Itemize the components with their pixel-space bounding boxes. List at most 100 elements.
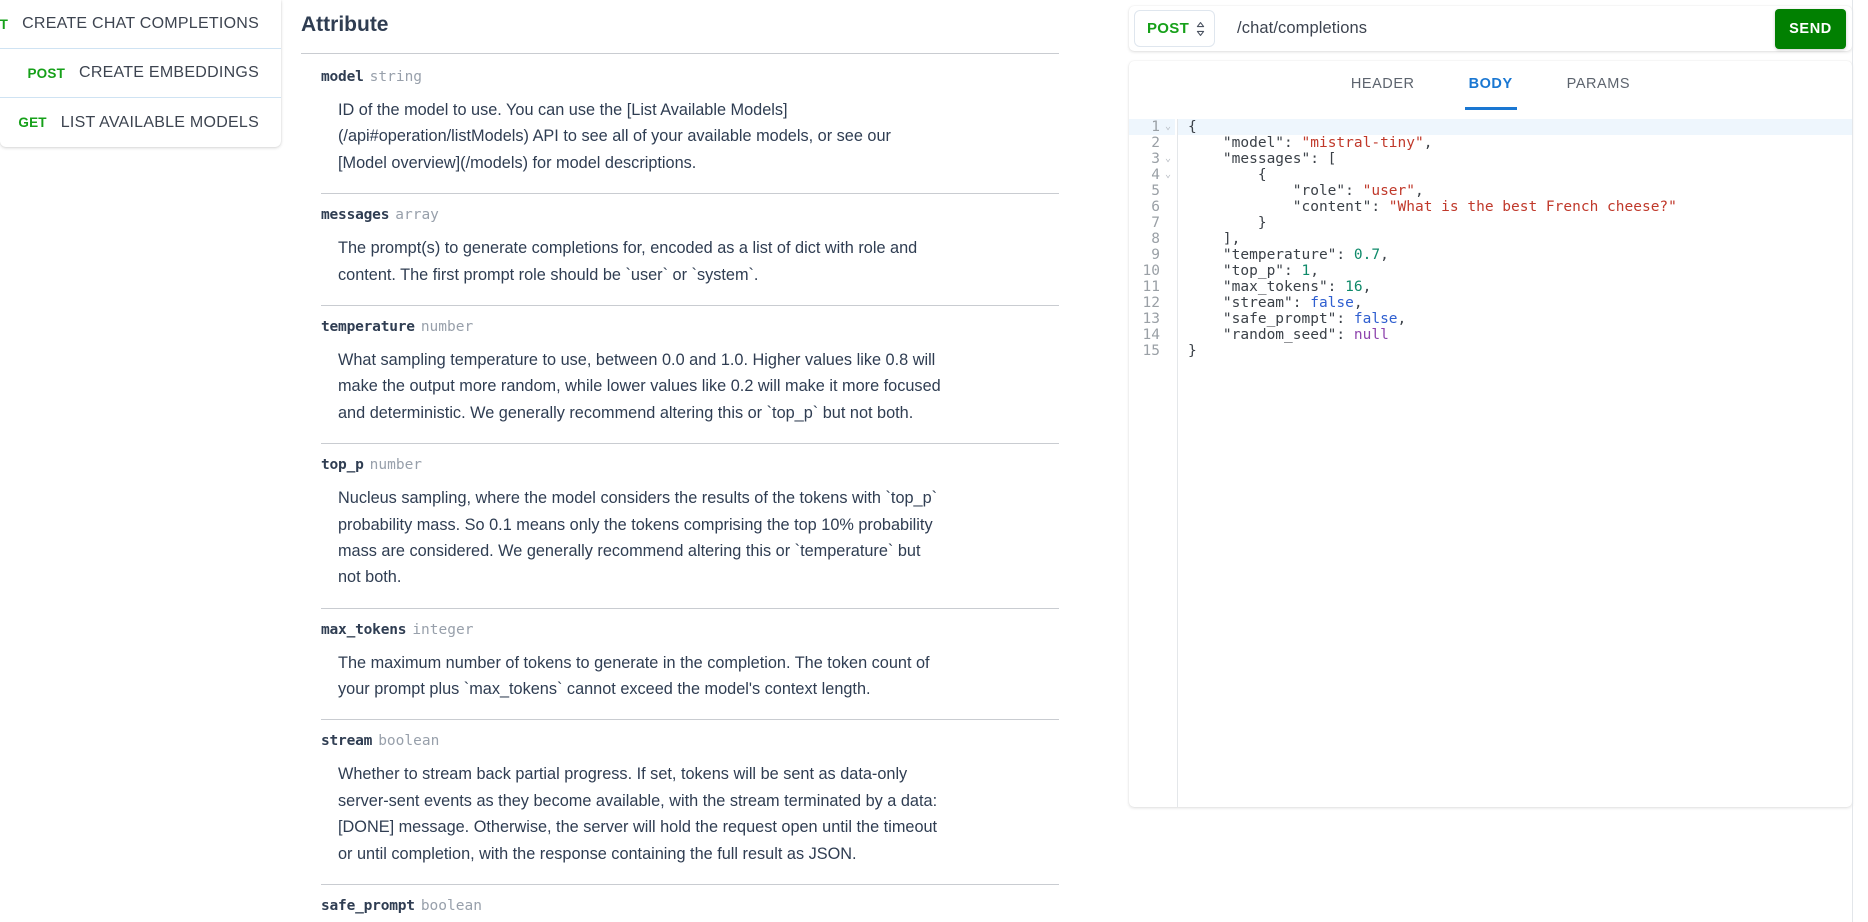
attribute-type: boolean [420,898,482,915]
line-number: 14 [1142,327,1160,343]
sidebar-item-create-chat-completions[interactable]: POST CREATE CHAT COMPLETIONS [0,0,281,49]
right-edge-divider [1852,0,1853,922]
editor-line-numbers: 1 ⌄ 2 3 ⌄ 4 ⌄ 5 6 7 8 9 10 11 12 13 14 15 [1129,119,1177,807]
code-line: { [1178,119,1852,135]
code-line: "model": "mistral-tiny", [1188,135,1852,151]
send-button[interactable]: SEND [1775,8,1846,49]
attribute-documentation-panel: Attribute model string ID of the model to … [281,0,1119,922]
code-token: null [1353,327,1389,343]
editor-code-area[interactable]: { "model": "mistral-tiny", "messages": [… [1177,119,1852,807]
attribute-name: model [321,69,364,85]
code-token: "mistral-tiny" [1301,135,1424,151]
line-number: 11 [1142,279,1160,295]
code-token: "stream": [1188,295,1311,311]
code-line: "role": "user", [1188,183,1852,199]
tab-params[interactable]: PARAMS [1563,76,1634,110]
tab-header[interactable]: HEADER [1347,76,1419,110]
attribute-list: model string ID of the model to use. You c… [321,54,1059,922]
json-body-editor[interactable]: 1 ⌄ 2 3 ⌄ 4 ⌄ 5 6 7 8 9 10 11 12 13 14 15 { "model": "mis… [1129,110,1852,807]
code-token: , [1423,135,1433,151]
code-token: false [1353,311,1398,327]
code-fold-chevron-icon[interactable]: ⌄ [1163,169,1173,181]
code-token: , [1310,263,1319,279]
operations-list: POST CREATE CHAT COMPLETIONS POST CREATE… [0,0,281,147]
sidebar-item-list-available-models[interactable]: GET LIST AVAILABLE MODELS [0,98,281,147]
attribute-type: boolean [378,733,440,750]
code-token: 0.7 [1353,247,1381,263]
code-token: "top_p": [1188,263,1302,279]
code-token: { [1188,167,1267,183]
code-line: } [1188,215,1852,231]
attribute-description: Nucleus sampling, where the model consid… [338,489,938,587]
attribute-header: top_p number [321,457,1059,473]
attribute-description: ID of the model to use. You can use the … [338,101,891,172]
code-line: "content": "What is the best French chee… [1188,199,1852,215]
line-number: 2 [1151,135,1160,151]
line-number: 13 [1142,311,1160,327]
code-token: "random_seed": [1188,327,1354,343]
attribute-item: max_tokens integer The maximum number of t… [321,609,1059,721]
code-token: , [1353,295,1363,311]
attribute-name: safe_prompt [321,898,415,915]
attribute-header: model string [321,69,1059,85]
line-number: 7 [1151,215,1160,231]
http-method-select[interactable]: POST [1134,10,1216,47]
code-token: "user" [1362,183,1415,199]
operation-label: LIST AVAILABLE MODELS [60,113,259,131]
request-tabs: HEADER BODY PARAMS [1129,61,1852,110]
code-token: "safe_prompt": [1188,311,1354,327]
code-token: 16 [1345,279,1363,295]
code-token: { [1188,119,1197,135]
attribute-item: stream boolean Whether to stream back part… [321,720,1059,886]
attribute-description: The prompt(s) to generate completions fo… [338,239,918,284]
attribute-type: array [395,207,439,224]
code-line: "max_tokens": 16, [1188,279,1852,295]
code-token: "role": [1188,183,1363,199]
attribute-name: stream [321,733,373,750]
method-badge-post: POST [0,16,9,32]
request-body-card: HEADER BODY PARAMS 1 ⌄ 2 3 ⌄ 4 ⌄ 5 6 7 8 9 10 11 12 13 1… [1129,61,1852,807]
line-number: 6 [1151,199,1160,215]
page-title: Attribute [301,13,389,36]
code-token: 1 [1301,263,1311,279]
code-token: } [1188,215,1267,231]
attribute-item: safe_prompt boolean [321,885,1059,922]
code-token: "What is the best French cheese?" [1388,199,1677,215]
sidebar-item-create-embeddings[interactable]: POST CREATE EMBEDDINGS [0,49,281,98]
code-token: } [1188,343,1197,359]
line-number: 8 [1151,231,1160,247]
code-line: } [1188,343,1852,359]
line-number: 1 ⌄ [1129,119,1175,135]
attribute-description: The maximum number of tokens to generate… [338,653,930,699]
request-url-input[interactable] [1237,19,1775,38]
line-number: 4 ⌄ [1151,167,1173,183]
code-token: , [1397,311,1407,327]
code-fold-chevron-icon[interactable]: ⌄ [1163,121,1173,133]
code-token: "messages": [ [1188,151,1337,167]
operation-label: CREATE EMBEDDINGS [79,64,259,81]
tab-body[interactable]: BODY [1464,76,1517,110]
code-line: "safe_prompt": false, [1188,311,1852,327]
code-line: "messages": [ [1188,151,1852,167]
selected-method-label: POST [1147,20,1190,37]
attribute-type: number [369,457,423,474]
attribute-item: top_p number Nucleus sampling, where the m… [321,444,1059,609]
attribute-type: number [420,318,474,335]
code-token: , [1362,279,1372,295]
chevron-up-down-icon [1196,21,1205,37]
code-token: "max_tokens": [1188,279,1346,295]
attribute-header: safe_prompt boolean [321,898,1059,914]
line-number: 3 ⌄ [1151,151,1173,167]
attribute-header: stream boolean [321,733,1059,749]
attribute-name: temperature [321,318,415,335]
code-line: "random_seed": null [1188,327,1852,343]
code-line: "top_p": 1, [1188,263,1852,279]
code-token: ], [1188,231,1241,247]
attribute-header: max_tokens integer [321,622,1059,638]
code-line: { [1188,167,1852,183]
attribute-item: temperature number What sampling temperatu… [321,306,1059,445]
code-line: "stream": false, [1188,295,1852,311]
code-fold-chevron-icon[interactable]: ⌄ [1163,153,1173,165]
code-line: ], [1188,231,1852,247]
attribute-name: max_tokens [321,621,407,638]
